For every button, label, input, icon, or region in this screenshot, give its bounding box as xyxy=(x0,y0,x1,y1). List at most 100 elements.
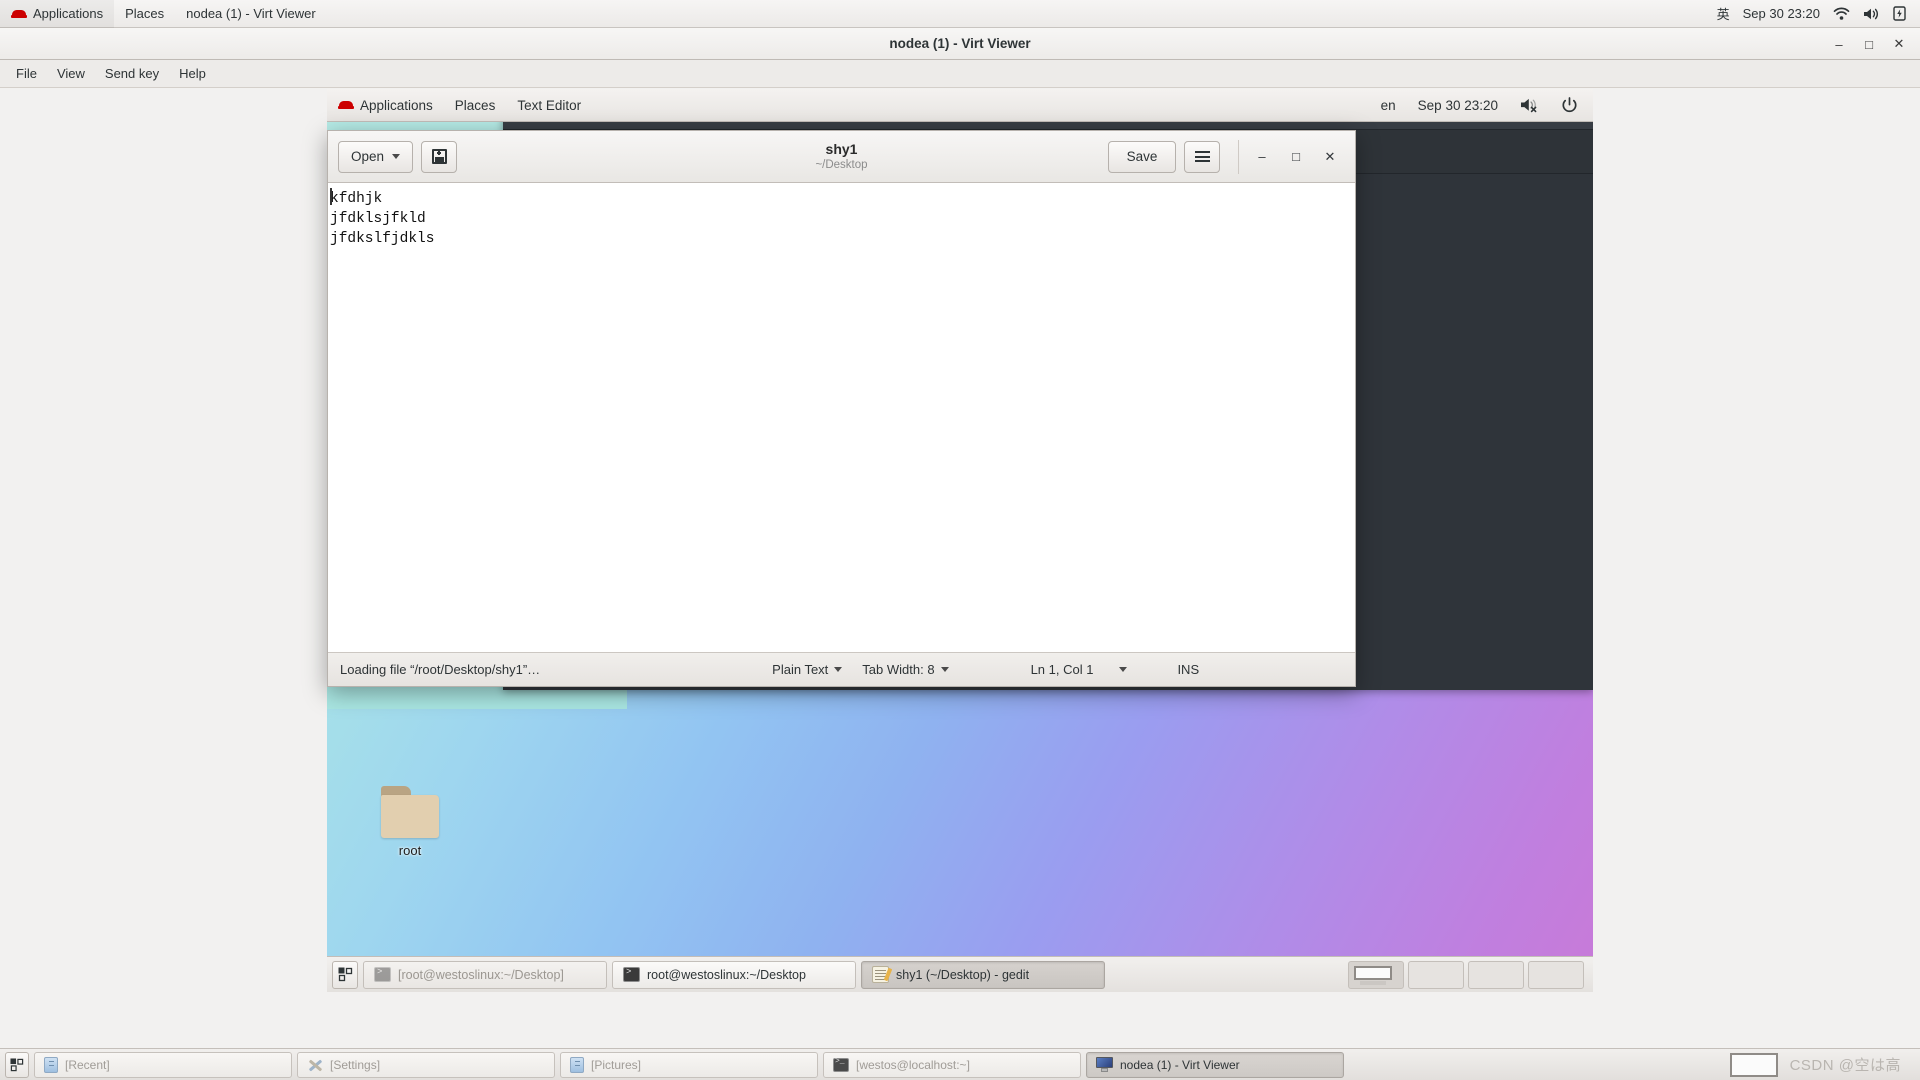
host-taskbar-label: [Recent] xyxy=(65,1057,110,1072)
guest-places-label: Places xyxy=(454,97,496,113)
cursor-position-dropdown[interactable] xyxy=(1109,653,1137,687)
guest-applications-menu[interactable]: Applications xyxy=(327,89,444,122)
virt-viewer-menubar: File View Send key Help xyxy=(0,60,1920,88)
host-places-menu[interactable]: Places xyxy=(114,0,175,28)
host-active-window-label: nodea (1) - Virt Viewer xyxy=(186,6,316,21)
workspace-cell-1[interactable] xyxy=(1348,960,1404,989)
menu-view[interactable]: View xyxy=(47,60,95,88)
workspace-window-preview-base xyxy=(1360,980,1386,985)
open-button-label: Open xyxy=(351,149,385,164)
gedit-close-button[interactable]: ✕ xyxy=(1313,140,1347,174)
terminal-icon xyxy=(623,967,640,982)
show-desktop-icon[interactable] xyxy=(5,1051,29,1078)
insert-mode-indicator: INS xyxy=(1177,662,1200,677)
gedit-header-right: Save – □ ✕ xyxy=(1108,139,1347,174)
virt-viewer-titlebar[interactable]: nodea (1) - Virt Viewer – □ ✕ xyxy=(0,28,1920,60)
tab-width-selector[interactable]: Tab Width: 8 xyxy=(852,653,958,687)
save-as-button[interactable] xyxy=(421,140,458,173)
wifi-icon[interactable] xyxy=(1833,6,1850,21)
host-taskbar-right: CSDN @空は高 xyxy=(1729,1052,1915,1077)
watermark-text: CSDN @空は高 xyxy=(1789,1057,1901,1074)
gedit-text-editor[interactable]: kfdhjk jfdklsjfkld jfdkslfjdkls xyxy=(328,183,1355,654)
menu-help[interactable]: Help xyxy=(169,60,216,88)
host-taskbar: [Recent] [Settings] [Pictures] [westos@l… xyxy=(0,1048,1920,1080)
show-desktop-icon[interactable] xyxy=(332,960,358,989)
taskbar-window-button[interactable]: [root@westoslinux:~/Desktop] xyxy=(363,960,607,989)
hamburger-menu-button[interactable] xyxy=(1184,140,1220,173)
save-button[interactable]: Save xyxy=(1108,140,1176,173)
virt-close-button[interactable]: ✕ xyxy=(1884,29,1914,59)
host-top-panel: Applications Places nodea (1) - Virt Vie… xyxy=(0,0,1920,28)
host-taskbar-label: [Pictures] xyxy=(591,1057,642,1072)
cursor-position-label: Ln 1, Col 1 xyxy=(1030,662,1094,677)
folder-body xyxy=(381,795,439,838)
gedit-document-path: ~/Desktop xyxy=(815,158,868,171)
battery-charging-icon[interactable] xyxy=(1893,6,1906,21)
volume-icon[interactable] xyxy=(1863,7,1880,21)
taskbar-window-button[interactable]: shy1 (~/Desktop) - gedit xyxy=(861,960,1105,989)
gedit-window[interactable]: Open shy1 ~/Desktop Save – □ ✕ kfdhjk jf… xyxy=(327,130,1356,687)
host-taskbar-button[interactable]: [Settings] xyxy=(297,1051,555,1078)
workspace-switcher[interactable] xyxy=(1348,960,1588,989)
menu-file[interactable]: File xyxy=(6,60,47,88)
host-taskbar-label: [westos@localhost:~] xyxy=(856,1057,970,1072)
host-taskbar-button[interactable]: [Recent] xyxy=(34,1051,292,1078)
gedit-document-title: shy1 xyxy=(825,141,858,158)
terminal-icon xyxy=(374,967,391,982)
hamburger-icon xyxy=(1194,151,1210,162)
guest-clock[interactable]: Sep 30 23:20 xyxy=(1407,89,1509,122)
language-label: Plain Text xyxy=(772,662,829,677)
host-taskbar-button[interactable]: [westos@localhost:~] xyxy=(823,1051,1081,1078)
monitor-icon xyxy=(1096,1057,1113,1072)
guest-active-app-label: Text Editor xyxy=(517,97,582,113)
language-selector[interactable]: Plain Text xyxy=(762,653,852,687)
gedit-maximize-button[interactable]: □ xyxy=(1279,140,1313,174)
guest-panel-tray: en Sep 30 23:20 xyxy=(1370,89,1593,122)
guest-places-menu[interactable]: Places xyxy=(444,89,507,122)
chevron-down-icon xyxy=(834,667,843,672)
keyboard-layout-indicator[interactable]: en xyxy=(1370,89,1407,122)
gedit-statusbar: Loading file “/root/Desktop/shy1”… Plain… xyxy=(328,652,1355,687)
host-taskbar-button[interactable]: [Pictures] xyxy=(560,1051,818,1078)
workspace-cell-4[interactable] xyxy=(1528,960,1584,989)
input-method-indicator[interactable]: 英 xyxy=(1717,4,1730,23)
redhat-icon xyxy=(338,98,354,112)
guest-active-app-menu[interactable]: Text Editor xyxy=(506,89,592,122)
status-message: Loading file “/root/Desktop/shy1”… xyxy=(340,662,541,677)
save-button-label: Save xyxy=(1126,149,1158,164)
workspace-window-preview xyxy=(1354,965,1392,980)
gedit-window-controls: – □ ✕ xyxy=(1238,139,1347,174)
file-manager-icon xyxy=(44,1056,58,1073)
redhat-icon xyxy=(11,7,27,21)
guest-taskbar: [root@westoslinux:~/Desktop] root@westos… xyxy=(327,956,1593,992)
guest-applications-label: Applications xyxy=(360,97,433,113)
virt-maximize-button[interactable]: □ xyxy=(1854,29,1884,59)
power-icon[interactable] xyxy=(1550,89,1589,122)
terminal-icon xyxy=(833,1057,849,1072)
workspace-cell-3[interactable] xyxy=(1468,960,1524,989)
menu-send-key[interactable]: Send key xyxy=(95,60,169,88)
volume-muted-icon[interactable] xyxy=(1509,89,1550,122)
chevron-down-icon xyxy=(392,154,401,159)
chevron-down-icon xyxy=(940,667,949,672)
host-active-window-menu[interactable]: nodea (1) - Virt Viewer xyxy=(175,0,327,28)
host-taskbar-button[interactable]: nodea (1) - Virt Viewer xyxy=(1086,1051,1344,1078)
open-button[interactable]: Open xyxy=(338,140,414,173)
host-taskbar-label: nodea (1) - Virt Viewer xyxy=(1120,1057,1240,1072)
settings-tools-icon xyxy=(307,1057,323,1073)
host-clock[interactable]: Sep 30 23:20 xyxy=(1743,6,1820,21)
file-manager-icon xyxy=(570,1056,584,1073)
gedit-minimize-button[interactable]: – xyxy=(1245,140,1279,174)
taskbar-window-button[interactable]: root@westoslinux:~/Desktop xyxy=(612,960,856,989)
virt-minimize-button[interactable]: – xyxy=(1824,29,1854,59)
workspace-cell-2[interactable] xyxy=(1408,960,1464,989)
host-applications-menu[interactable]: Applications xyxy=(0,0,115,28)
virt-viewer-window-controls: – □ ✕ xyxy=(1824,28,1914,60)
save-as-icon xyxy=(431,149,447,164)
host-panel-tray: 英 Sep 30 23:20 xyxy=(1717,4,1920,23)
taskbar-window-label: shy1 (~/Desktop) - gedit xyxy=(896,967,1030,982)
tab-width-label: Tab Width: 8 xyxy=(862,662,935,677)
desktop-icon-root[interactable]: root xyxy=(347,786,473,858)
host-workspace-cell[interactable] xyxy=(1729,1052,1778,1077)
host-applications-label: Applications xyxy=(33,6,104,21)
